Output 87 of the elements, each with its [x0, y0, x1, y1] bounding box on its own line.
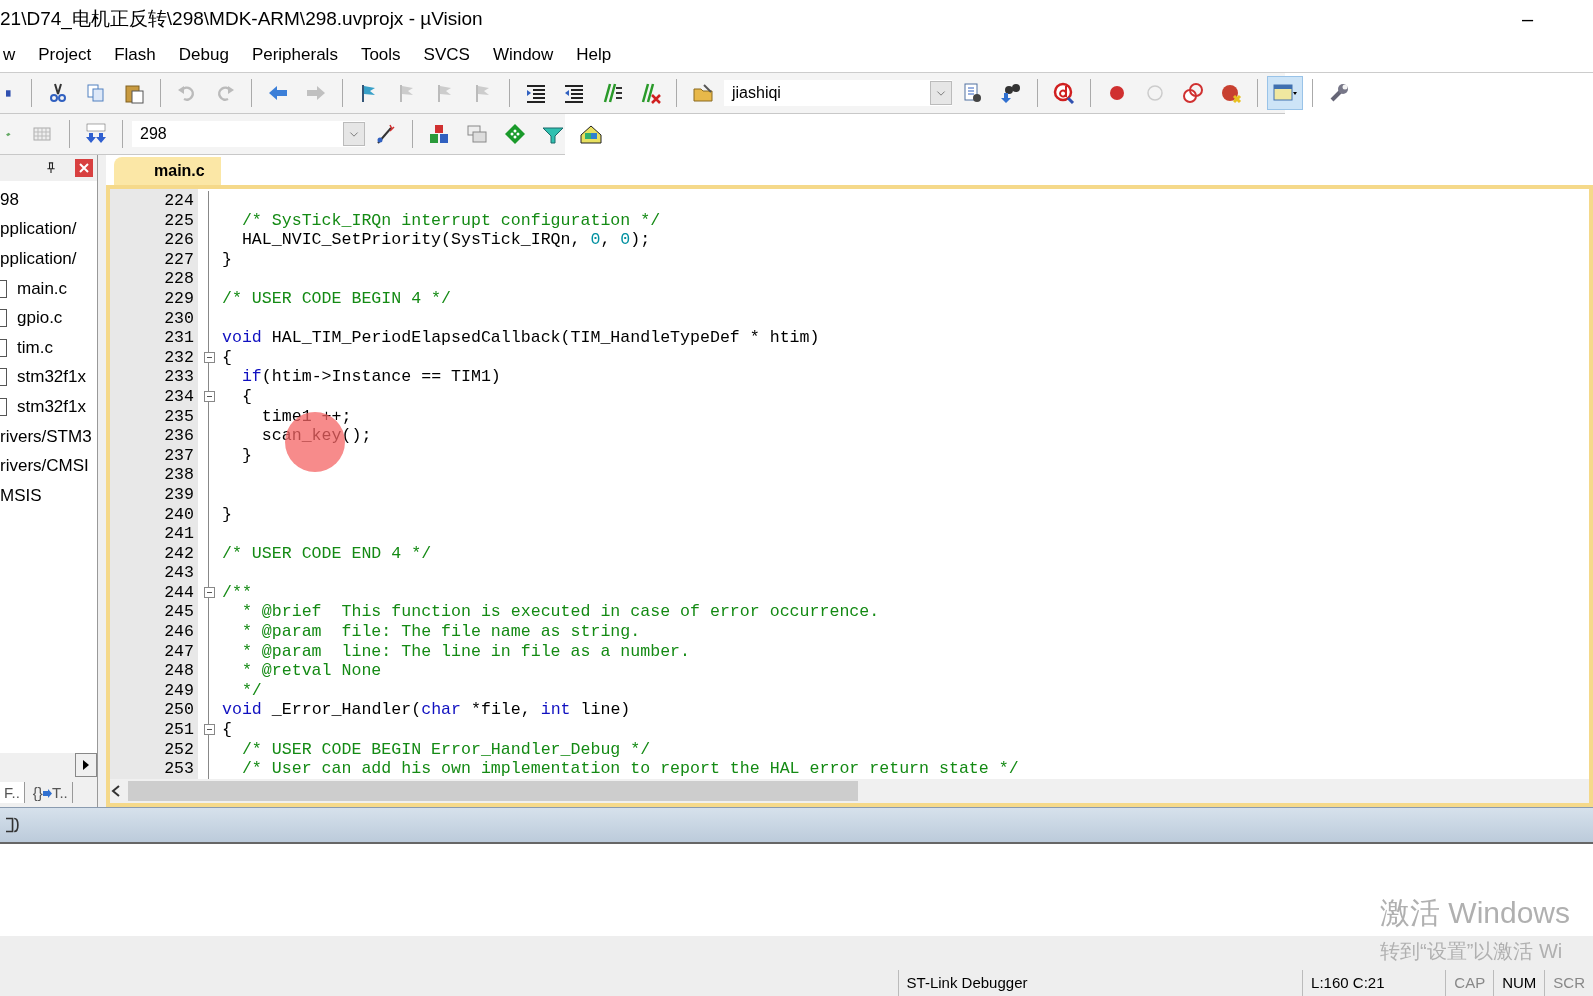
code-line: void _Error_Handler(char *file, int line)	[222, 700, 631, 721]
window-title: 21\D74_电机正反转\298\MDK-ARM\298.uvprojx - µVision	[0, 7, 483, 32]
code-line: /* USER CODE BEGIN Error_Handler_Debug */	[240, 739, 651, 760]
target-combo[interactable]: 298	[132, 121, 365, 147]
code-line: * @param line: The line in file as a number.	[240, 641, 691, 662]
scissors-icon[interactable]	[47, 82, 69, 104]
status-text: SCR	[1544, 970, 1593, 996]
scrollbar-thumb[interactable]	[128, 781, 858, 801]
rings-icon[interactable]	[1182, 82, 1204, 104]
panel-tab[interactable]: {} T..	[28, 781, 73, 803]
diamond-icon[interactable]	[504, 123, 526, 145]
code-line: /* USER CODE BEGIN 4 */	[222, 288, 452, 309]
code-line: }	[222, 249, 232, 270]
fold-toggle[interactable]	[203, 391, 215, 403]
indent-icon[interactable]	[525, 82, 547, 104]
code-line: HAL_NVIC_SetPriority(SysTick_IRQn, 0, 0);	[240, 230, 651, 250]
right-arrow-icon[interactable]	[82, 760, 90, 770]
close-icon[interactable]	[75, 159, 93, 177]
menu-item[interactable]: Debug	[166, 45, 240, 65]
code-line: */	[240, 680, 262, 701]
tree-item[interactable]: MSIS	[0, 485, 42, 506]
status-text: NUM	[1493, 970, 1545, 996]
activation-title: 激活 Windows	[1380, 895, 1571, 931]
menu-item[interactable]: Help	[564, 45, 623, 65]
code-line: * @param file: The file name as string.	[240, 622, 641, 642]
binoculars-icon[interactable]	[1000, 82, 1022, 104]
paste-icon[interactable]	[123, 82, 145, 104]
activation-hint: 转到“设置”以激活 Wi	[1380, 939, 1564, 964]
copy-icon[interactable]	[85, 82, 107, 104]
tree-item[interactable]: rivers/CMSI	[0, 456, 89, 477]
tree-item[interactable]: main.c	[17, 278, 68, 299]
code-line: * @retval None	[240, 661, 382, 681]
code-line: /* USER CODE END 4 */	[222, 543, 432, 564]
breakpoint-clear-icon[interactable]	[1220, 82, 1242, 104]
code-line: }	[222, 504, 232, 525]
file-tab[interactable]: main.c	[114, 157, 221, 185]
code-line: * @brief This function is executed in case of error occurrence.	[240, 602, 880, 623]
arrow-icon	[42, 788, 52, 798]
menu-item[interactable]: Peripherals	[239, 45, 349, 65]
menu-item[interactable]: Tools	[348, 45, 412, 65]
tree-item[interactable]: rivers/STM3	[0, 426, 92, 447]
tree-item[interactable]: stm32f1x	[17, 367, 86, 388]
minimize-button[interactable]: –	[1511, 7, 1543, 31]
comment-icon[interactable]	[601, 82, 623, 104]
tree-item[interactable]: tim.c	[17, 337, 53, 358]
window-icon[interactable]	[1272, 82, 1298, 104]
code-line: void HAL_TIM_PeriodElapsedCallback(TIM_HandleTypeDef * htim)	[222, 328, 820, 348]
scroll-left-icon[interactable]	[110, 784, 122, 798]
menu-item[interactable]: w	[0, 45, 27, 65]
blocks-icon[interactable]	[428, 123, 450, 145]
tree-item[interactable]: pplication/	[0, 249, 77, 269]
tree-item[interactable]: pplication/	[0, 219, 77, 240]
code-line: }	[240, 445, 252, 466]
menu-item[interactable]: Window	[480, 45, 565, 65]
code-line: /* SysTick_IRQn interrupt configuration */	[240, 210, 661, 231]
magic-wand-icon[interactable]	[375, 123, 397, 145]
status-text: CAP	[1445, 970, 1494, 996]
code-line: /* User can add his own implementation to report the HAL error return state */	[240, 759, 1019, 779]
uncomment-icon[interactable]	[639, 82, 661, 104]
menu-item[interactable]: Project	[26, 45, 103, 65]
window-layout-button[interactable]	[1267, 76, 1303, 110]
code-line: {	[240, 386, 252, 407]
fold-toggle[interactable]	[203, 587, 215, 599]
scroll-right-button[interactable]	[75, 753, 97, 777]
fold-toggle[interactable]	[203, 724, 215, 736]
wrench-icon[interactable]	[1328, 82, 1350, 104]
target-combo[interactable]: jiashiqi	[724, 80, 952, 106]
tree-item[interactable]: 98	[0, 189, 19, 210]
status-text: ST-Link Debugger	[897, 970, 1303, 996]
menu-item[interactable]: SVCS	[411, 45, 481, 65]
document-search-icon[interactable]	[962, 82, 984, 104]
tree-item[interactable]: gpio.c	[17, 308, 63, 329]
fold-toggle[interactable]	[203, 352, 215, 364]
code-line: {	[222, 720, 232, 740]
code-line: time1 ++;	[260, 406, 352, 427]
panel-tab[interactable]: F..	[0, 781, 25, 803]
code-line: /**	[222, 582, 252, 603]
debug-icon[interactable]	[1053, 82, 1075, 104]
tree-item[interactable]: stm32f1x	[17, 396, 86, 417]
outdent-icon[interactable]	[563, 82, 585, 104]
code-line: {	[222, 347, 232, 368]
menu-item[interactable]: Flash	[102, 45, 167, 65]
code-line: if(htim->Instance == TIM1)	[240, 367, 501, 387]
status-text: L:160 C:21	[1302, 970, 1446, 996]
load-icon[interactable]	[85, 123, 107, 145]
folder-icon[interactable]	[692, 82, 714, 104]
chip-icon[interactable]	[580, 123, 602, 145]
